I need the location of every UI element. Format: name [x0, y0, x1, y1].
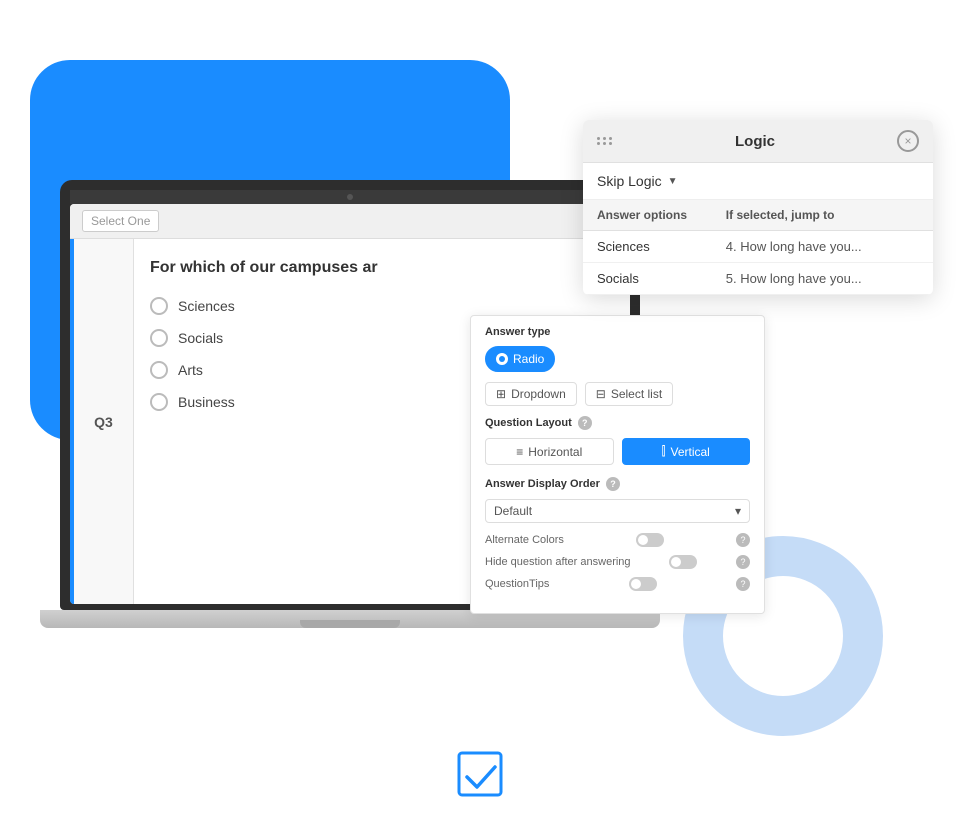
toggle-alternate-colors-label: Alternate Colors — [485, 534, 564, 546]
toggle-alternate-colors-thumb — [638, 535, 648, 545]
option-socials-label: Socials — [178, 330, 223, 346]
toggle-question-tips: QuestionTips ? — [485, 577, 750, 591]
survey-q-label: Q3 — [74, 239, 134, 604]
answer-type-options: Radio — [485, 346, 750, 372]
question-layout-info-icon: ? — [578, 416, 592, 430]
jump-socials: 5. How long have you... — [726, 271, 919, 286]
survey-top-bar: Select One — [70, 204, 630, 239]
layout-vertical-btn[interactable]: ⫿ Vertical — [622, 438, 751, 465]
answer-socials: Socials — [597, 271, 726, 286]
radio-check-icon — [496, 353, 508, 365]
survey-option-1: Sciences — [150, 297, 614, 315]
logic-panel: Logic × Skip Logic ▼ Answer options If s… — [583, 120, 933, 295]
toggle-alternate-colors-switch[interactable] — [636, 533, 664, 547]
radio-business[interactable] — [150, 393, 168, 411]
option-sciences-label: Sciences — [178, 298, 235, 314]
vertical-icon: ⫿ — [662, 444, 666, 459]
radio-sciences[interactable] — [150, 297, 168, 315]
toggle-hide-question-switch[interactable] — [669, 555, 697, 569]
radio-socials[interactable] — [150, 329, 168, 347]
answer-type-radio-btn[interactable]: Radio — [485, 346, 555, 372]
question-layout-section-label: Question Layout ? — [485, 416, 750, 430]
toggle-hide-question: Hide question after answering ? — [485, 555, 750, 569]
answer-type-dropdown-btn[interactable]: ⊞ Dropdown — [485, 382, 577, 406]
toggle-hide-question-info-icon: ? — [736, 555, 750, 569]
settings-panel: Answer type Radio ⊞ Dropdown ⊟ Select li… — [470, 315, 765, 614]
skip-logic-arrow-icon[interactable]: ▼ — [668, 176, 678, 187]
laptop-base-notch — [300, 620, 400, 628]
answer-display-order-label: Answer Display Order ? — [485, 477, 750, 491]
option-arts-label: Arts — [178, 362, 203, 378]
toggle-alternate-colors-info-icon: ? — [736, 533, 750, 547]
dropdown-icon: ⊞ — [496, 387, 506, 401]
bottom-checkmark-icon — [457, 751, 507, 806]
horizontal-icon: ≡ — [516, 445, 523, 459]
logic-row-sciences: Sciences 4. How long have you... — [583, 231, 933, 263]
toggle-question-tips-thumb — [631, 579, 641, 589]
laptop-camera — [347, 194, 353, 200]
layout-horizontal-btn[interactable]: ≡ Horizontal — [485, 438, 614, 465]
drag-handle-icon[interactable] — [597, 137, 613, 145]
answer-type-label: Answer type — [485, 326, 750, 338]
display-order-value: Default — [494, 504, 532, 518]
toggle-alternate-colors: Alternate Colors ? — [485, 533, 750, 547]
logic-row-socials: Socials 5. How long have you... — [583, 263, 933, 295]
answer-type-selectlist-btn[interactable]: ⊟ Select list — [585, 382, 673, 406]
laptop-camera-bar — [70, 190, 630, 204]
display-order-select[interactable]: Default ▾ — [485, 499, 750, 523]
dropdown-btn-label: Dropdown — [511, 387, 566, 401]
close-button[interactable]: × — [897, 130, 919, 152]
display-order-chevron-icon: ▾ — [735, 504, 741, 518]
radio-arts[interactable] — [150, 361, 168, 379]
layout-options: ≡ Horizontal ⫿ Vertical — [485, 438, 750, 465]
selectlist-icon: ⊟ — [596, 387, 606, 401]
selectlist-btn-label: Select list — [611, 387, 662, 401]
jump-sciences: 4. How long have you... — [726, 239, 919, 254]
toggle-question-tips-label: QuestionTips — [485, 578, 549, 590]
toggle-hide-question-thumb — [671, 557, 681, 567]
display-order-info-icon: ? — [606, 477, 620, 491]
col-answer-options: Answer options — [597, 208, 726, 222]
display-order-section: Answer Display Order ? Default ▾ — [485, 477, 750, 523]
answer-type-row-2: ⊞ Dropdown ⊟ Select list — [485, 382, 750, 406]
radio-btn-label: Radio — [513, 352, 544, 366]
logic-table-header: Answer options If selected, jump to — [583, 200, 933, 231]
answer-sciences: Sciences — [597, 239, 726, 254]
survey-question-text: For which of our campuses ar — [150, 259, 614, 277]
toggle-question-tips-info-icon: ? — [736, 577, 750, 591]
logic-panel-header: Logic × — [583, 120, 933, 163]
logic-panel-title: Logic — [735, 133, 775, 150]
col-if-selected: If selected, jump to — [726, 208, 919, 222]
toggle-hide-question-label: Hide question after answering — [485, 556, 631, 568]
option-business-label: Business — [178, 394, 235, 410]
skip-logic-label: Skip Logic — [597, 173, 662, 189]
skip-logic-bar: Skip Logic ▼ — [583, 163, 933, 200]
survey-select-placeholder[interactable]: Select One — [82, 210, 159, 232]
toggle-question-tips-switch[interactable] — [629, 577, 657, 591]
